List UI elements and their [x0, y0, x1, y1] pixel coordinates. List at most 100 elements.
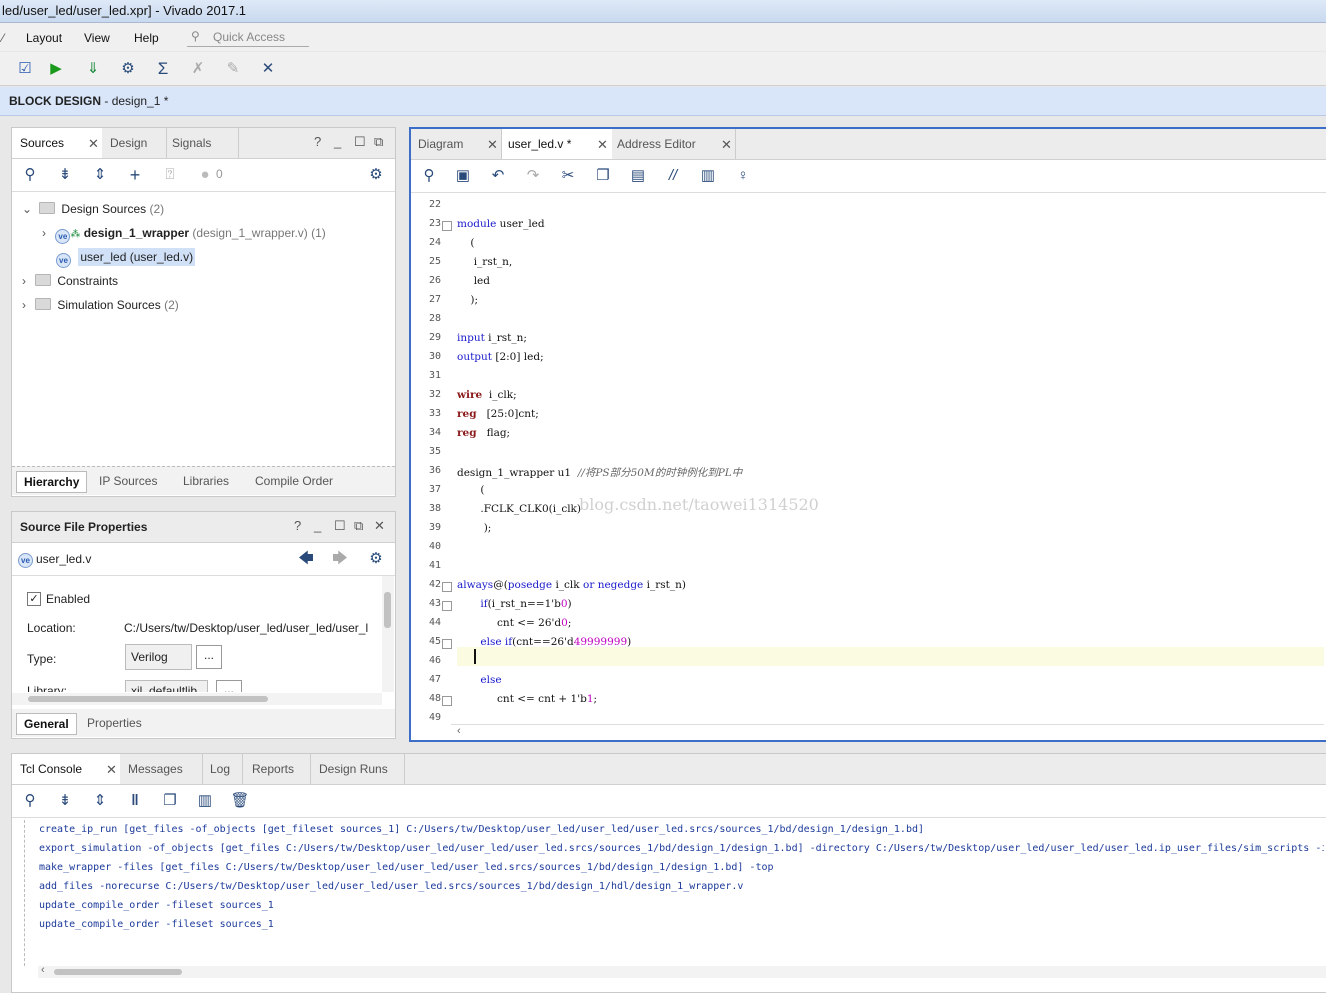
fold-toggle-icon[interactable] [442, 582, 452, 592]
editor-horizontal-scrollbar[interactable]: ‹ [451, 724, 1324, 739]
code-line[interactable]: ( [457, 237, 474, 249]
sigma-icon[interactable]: Σ [153, 59, 173, 79]
help-icon[interactable]: ? [294, 518, 301, 533]
code-line[interactable]: design_1_wrapper u1 //将PS部分50M的时钟例化到PL中 [457, 465, 742, 480]
step-icon[interactable]: ⇓ [83, 59, 103, 79]
back-arrow-icon[interactable]: 🡄 [296, 549, 316, 569]
chevron-left-icon[interactable]: ‹ [457, 725, 461, 737]
undo-icon[interactable]: ↶ [488, 166, 508, 186]
run-icon[interactable]: ▶ [46, 59, 66, 79]
close-icon[interactable]: ✕ [597, 137, 608, 153]
info-icon[interactable]: ⍰ [160, 165, 180, 185]
search-icon[interactable]: ⚲ [20, 165, 40, 185]
tab-libraries[interactable]: Libraries [176, 471, 236, 491]
expand-all-icon[interactable]: ⇕ [90, 165, 110, 185]
code-line[interactable]: output [2:0] led; [457, 351, 544, 363]
tab-address-editor[interactable]: Address Editor [613, 129, 736, 159]
cross-tool-icon[interactable]: ✕ [258, 59, 278, 79]
float-icon[interactable]: ⧉ [354, 518, 363, 534]
code-line[interactable]: if(i_rst_n==1'b0) [457, 598, 571, 610]
tab-user-led-v[interactable]: user_led.v * [502, 129, 612, 159]
pause-icon[interactable]: ‖ [125, 791, 145, 811]
console-horizontal-scrollbar[interactable]: ‹ [38, 964, 1326, 978]
close-icon[interactable]: ✕ [721, 137, 732, 153]
paste-icon[interactable]: ▤ [628, 166, 648, 186]
tree-design-sources[interactable]: ⌄ Design Sources (2) [22, 198, 164, 220]
horizontal-scrollbar[interactable] [12, 693, 382, 705]
cut-icon[interactable]: ✂ [558, 166, 578, 186]
code-line[interactable]: ); [457, 522, 492, 534]
maximize-icon[interactable]: ☐ [334, 518, 346, 534]
tab-general[interactable]: General [16, 713, 77, 735]
tab-hierarchy[interactable]: Hierarchy [16, 471, 88, 493]
menu-view[interactable]: View [84, 31, 110, 45]
gear-icon[interactable]: ⚙ [366, 549, 386, 569]
columns-icon[interactable]: ▥ [195, 791, 215, 811]
fold-toggle-icon[interactable] [442, 696, 452, 706]
tree-simulation-sources[interactable]: › Simulation Sources (2) [22, 294, 179, 316]
add-icon[interactable]: + [125, 165, 145, 185]
code-area[interactable]: 22 23 module user_led 24 (25 i_rst_n, 26 led… [411, 193, 1324, 723]
copy-icon[interactable]: ❐ [160, 791, 180, 811]
tab-messages[interactable]: Messages [122, 754, 203, 784]
scrollbar-thumb[interactable] [54, 969, 182, 975]
vertical-scrollbar[interactable] [382, 576, 394, 692]
close-icon[interactable]: ✕ [106, 762, 117, 778]
chevron-right-icon[interactable]: › [42, 226, 46, 240]
tab-design-runs[interactable]: Design Runs [312, 754, 405, 784]
close-icon[interactable]: ✕ [88, 136, 99, 152]
tree-constraints[interactable]: › Constraints [22, 270, 118, 292]
enabled-checkbox[interactable]: ✓ [27, 592, 41, 606]
code-line[interactable]: led [457, 275, 490, 287]
collapse-all-icon[interactable]: ⇟ [55, 165, 75, 185]
chevron-right-icon[interactable]: › [22, 298, 26, 312]
chevron-right-icon[interactable]: › [22, 274, 26, 288]
code-line[interactable]: i_rst_n, [457, 256, 513, 268]
tab-signals[interactable]: Signals [168, 128, 239, 158]
settings-icon[interactable]: ⚙ [118, 59, 138, 79]
code-line[interactable]: wire i_clk; [457, 389, 517, 401]
help-icon[interactable]: ? [314, 134, 321, 149]
code-line[interactable]: module user_led [457, 218, 545, 230]
close-icon[interactable]: ✕ [374, 518, 385, 534]
tab-log[interactable]: Log [204, 754, 243, 784]
fold-toggle-icon[interactable] [442, 601, 452, 611]
forward-arrow-icon[interactable]: 🡆 [330, 549, 350, 569]
search-icon[interactable]: ⚲ [20, 791, 40, 811]
save-icon[interactable]: ▣ [453, 166, 473, 186]
code-line[interactable]: cnt <= 26'd0; [457, 617, 571, 629]
type-more-button[interactable]: ... [196, 645, 222, 669]
expand-all-icon[interactable]: ⇕ [90, 791, 110, 811]
comment-icon[interactable]: // [663, 166, 683, 186]
code-line[interactable]: cnt <= cnt + 1'b1; [457, 693, 597, 705]
redo-icon[interactable]: ↷ [523, 166, 543, 186]
fold-toggle-icon[interactable] [442, 639, 452, 649]
menu-help[interactable]: Help [134, 31, 159, 45]
maximize-icon[interactable]: ☐ [354, 134, 366, 150]
chevron-left-icon[interactable]: ‹ [41, 964, 45, 976]
code-line[interactable]: reg flag; [457, 427, 510, 439]
tree-design-wrapper[interactable]: › ve ⁂ design_1_wrapper (design_1_wrapper… [42, 222, 326, 244]
code-line[interactable]: .FCLK_CLK0(i_clk) [457, 503, 581, 515]
code-line[interactable]: reg [25:0]cnt; [457, 408, 539, 420]
tab-tcl-console[interactable]: Tcl Console [12, 754, 120, 784]
code-line[interactable]: ( [457, 484, 484, 496]
minimize-icon[interactable]: _ [314, 518, 321, 533]
code-line[interactable]: always@(posedge i_clk or negedge i_rst_n… [457, 579, 686, 591]
check-icon[interactable]: ☑ [15, 59, 35, 79]
tab-reports[interactable]: Reports [244, 754, 311, 784]
gear-icon[interactable]: ⚙ [366, 165, 386, 185]
tab-ip-sources[interactable]: IP Sources [92, 471, 164, 491]
lightbulb-icon[interactable]: ♀ [733, 166, 753, 186]
menu-layout[interactable]: Layout [26, 31, 62, 45]
quick-access-search[interactable]: ⚲ Quick Access [187, 27, 309, 47]
tab-compile-order[interactable]: Compile Order [248, 471, 340, 491]
search-icon[interactable]: ⚲ [419, 166, 439, 186]
collapse-all-icon[interactable]: ⇟ [55, 791, 75, 811]
tab-design[interactable]: Design [104, 128, 167, 158]
float-icon[interactable]: ⧉ [374, 134, 383, 150]
pencil-icon[interactable]: ✎ [223, 59, 243, 79]
scrollbar-thumb[interactable] [384, 592, 391, 628]
code-line[interactable]: else [457, 674, 501, 686]
fold-toggle-icon[interactable] [442, 221, 452, 231]
